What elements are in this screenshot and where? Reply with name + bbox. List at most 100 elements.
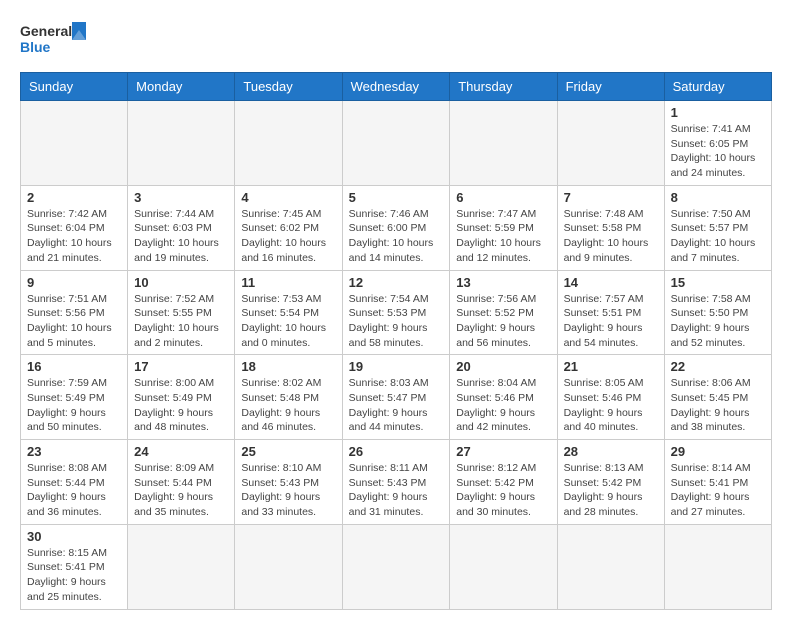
calendar-day-cell: 16 Sunrise: 7:59 AM Sunset: 5:49 PM Dayli… bbox=[21, 355, 128, 440]
calendar-day-cell: 8Sunrise: 7:50 AM Sunset: 5:57 PM Daylig… bbox=[664, 185, 771, 270]
calendar-day-cell: 4Sunrise: 7:45 AM Sunset: 6:02 PM Daylig… bbox=[235, 185, 342, 270]
calendar-day-cell: 1 Sunrise: 7:41 AM Sunset: 6:05 PM Daylig… bbox=[664, 101, 771, 186]
calendar-day-cell: 15 Sunrise: 7:58 AM Sunset: 5:50 PM Dayli… bbox=[664, 270, 771, 355]
calendar-day-cell: 27 Sunrise: 8:12 AM Sunset: 5:42 PM Dayli… bbox=[450, 440, 557, 525]
calendar-day-cell: 28 Sunrise: 8:13 AM Sunset: 5:42 PM Dayli… bbox=[557, 440, 664, 525]
day-info: Sunrise: 7:42 AM Sunset: 6:04 PM Dayligh… bbox=[27, 207, 121, 266]
day-info: Sunrise: 8:06 AM Sunset: 5:45 PM Dayligh… bbox=[671, 376, 765, 435]
day-number: 17 bbox=[134, 359, 228, 374]
day-number: 22 bbox=[671, 359, 765, 374]
day-info: Sunrise: 8:12 AM Sunset: 5:42 PM Dayligh… bbox=[456, 461, 550, 520]
calendar-day-cell: 25Sunrise: 8:10 AM Sunset: 5:43 PM Dayli… bbox=[235, 440, 342, 525]
day-info: Sunrise: 8:03 AM Sunset: 5:47 PM Dayligh… bbox=[349, 376, 444, 435]
calendar-day-cell bbox=[557, 101, 664, 186]
calendar-week-row: 1 Sunrise: 7:41 AM Sunset: 6:05 PM Daylig… bbox=[21, 101, 772, 186]
calendar-day-cell bbox=[21, 101, 128, 186]
calendar-header-thursday: Thursday bbox=[450, 73, 557, 101]
calendar-day-cell bbox=[342, 524, 450, 609]
calendar-day-cell: 14 Sunrise: 7:57 AM Sunset: 5:51 PM Dayli… bbox=[557, 270, 664, 355]
calendar-day-cell bbox=[450, 101, 557, 186]
calendar-day-cell: 6 Sunrise: 7:47 AM Sunset: 5:59 PM Daylig… bbox=[450, 185, 557, 270]
day-info: Sunrise: 8:08 AM Sunset: 5:44 PM Dayligh… bbox=[27, 461, 121, 520]
calendar-day-cell: 24 Sunrise: 8:09 AM Sunset: 5:44 PM Dayli… bbox=[128, 440, 235, 525]
calendar-day-cell bbox=[450, 524, 557, 609]
day-info: Sunrise: 8:00 AM Sunset: 5:49 PM Dayligh… bbox=[134, 376, 228, 435]
calendar-day-cell bbox=[128, 524, 235, 609]
day-number: 15 bbox=[671, 275, 765, 290]
day-info: Sunrise: 8:09 AM Sunset: 5:44 PM Dayligh… bbox=[134, 461, 228, 520]
calendar-day-cell: 10Sunrise: 7:52 AM Sunset: 5:55 PM Dayli… bbox=[128, 270, 235, 355]
day-info: Sunrise: 7:46 AM Sunset: 6:00 PM Dayligh… bbox=[349, 207, 444, 266]
day-number: 3 bbox=[134, 190, 228, 205]
day-number: 10 bbox=[134, 275, 228, 290]
day-number: 2 bbox=[27, 190, 121, 205]
day-number: 24 bbox=[134, 444, 228, 459]
day-number: 4 bbox=[241, 190, 335, 205]
calendar-week-row: 30 Sunrise: 8:15 AM Sunset: 5:41 PM Dayli… bbox=[21, 524, 772, 609]
day-number: 25 bbox=[241, 444, 335, 459]
calendar-day-cell: 9Sunrise: 7:51 AM Sunset: 5:56 PM Daylig… bbox=[21, 270, 128, 355]
day-number: 8 bbox=[671, 190, 765, 205]
day-number: 7 bbox=[564, 190, 658, 205]
calendar-day-cell bbox=[342, 101, 450, 186]
day-number: 30 bbox=[27, 529, 121, 544]
calendar-day-cell bbox=[128, 101, 235, 186]
day-info: Sunrise: 8:15 AM Sunset: 5:41 PM Dayligh… bbox=[27, 546, 121, 605]
generalblue-logo: General Blue bbox=[20, 20, 90, 62]
calendar-week-row: 2 Sunrise: 7:42 AM Sunset: 6:04 PM Daylig… bbox=[21, 185, 772, 270]
calendar-week-row: 9Sunrise: 7:51 AM Sunset: 5:56 PM Daylig… bbox=[21, 270, 772, 355]
calendar-header-row: SundayMondayTuesdayWednesdayThursdayFrid… bbox=[21, 73, 772, 101]
day-number: 16 bbox=[27, 359, 121, 374]
calendar-day-cell: 5 Sunrise: 7:46 AM Sunset: 6:00 PM Daylig… bbox=[342, 185, 450, 270]
day-number: 6 bbox=[456, 190, 550, 205]
day-info: Sunrise: 7:58 AM Sunset: 5:50 PM Dayligh… bbox=[671, 292, 765, 351]
day-number: 14 bbox=[564, 275, 658, 290]
day-number: 13 bbox=[456, 275, 550, 290]
calendar-day-cell: 26 Sunrise: 8:11 AM Sunset: 5:43 PM Dayli… bbox=[342, 440, 450, 525]
day-info: Sunrise: 8:05 AM Sunset: 5:46 PM Dayligh… bbox=[564, 376, 658, 435]
day-info: Sunrise: 7:47 AM Sunset: 5:59 PM Dayligh… bbox=[456, 207, 550, 266]
day-number: 11 bbox=[241, 275, 335, 290]
logo: General Blue bbox=[20, 20, 90, 62]
calendar-day-cell: 17 Sunrise: 8:00 AM Sunset: 5:49 PM Dayli… bbox=[128, 355, 235, 440]
day-number: 28 bbox=[564, 444, 658, 459]
day-info: Sunrise: 8:11 AM Sunset: 5:43 PM Dayligh… bbox=[349, 461, 444, 520]
calendar-day-cell bbox=[557, 524, 664, 609]
day-info: Sunrise: 7:59 AM Sunset: 5:49 PM Dayligh… bbox=[27, 376, 121, 435]
day-info: Sunrise: 7:53 AM Sunset: 5:54 PM Dayligh… bbox=[241, 292, 335, 351]
day-number: 21 bbox=[564, 359, 658, 374]
day-number: 27 bbox=[456, 444, 550, 459]
svg-text:General: General bbox=[20, 23, 72, 39]
calendar-header-monday: Monday bbox=[128, 73, 235, 101]
calendar-day-cell bbox=[235, 101, 342, 186]
day-info: Sunrise: 8:13 AM Sunset: 5:42 PM Dayligh… bbox=[564, 461, 658, 520]
day-number: 26 bbox=[349, 444, 444, 459]
day-info: Sunrise: 7:41 AM Sunset: 6:05 PM Dayligh… bbox=[671, 122, 765, 181]
calendar-week-row: 23Sunrise: 8:08 AM Sunset: 5:44 PM Dayli… bbox=[21, 440, 772, 525]
calendar-day-cell: 23Sunrise: 8:08 AM Sunset: 5:44 PM Dayli… bbox=[21, 440, 128, 525]
calendar-day-cell: 18 Sunrise: 8:02 AM Sunset: 5:48 PM Dayli… bbox=[235, 355, 342, 440]
svg-text:Blue: Blue bbox=[20, 39, 51, 55]
calendar-day-cell bbox=[664, 524, 771, 609]
calendar-day-cell: 21 Sunrise: 8:05 AM Sunset: 5:46 PM Dayli… bbox=[557, 355, 664, 440]
day-number: 18 bbox=[241, 359, 335, 374]
day-number: 29 bbox=[671, 444, 765, 459]
day-info: Sunrise: 7:57 AM Sunset: 5:51 PM Dayligh… bbox=[564, 292, 658, 351]
day-number: 1 bbox=[671, 105, 765, 120]
calendar-day-cell: 11 Sunrise: 7:53 AM Sunset: 5:54 PM Dayli… bbox=[235, 270, 342, 355]
page-header: General Blue bbox=[20, 20, 772, 62]
calendar-header-sunday: Sunday bbox=[21, 73, 128, 101]
day-info: Sunrise: 7:48 AM Sunset: 5:58 PM Dayligh… bbox=[564, 207, 658, 266]
day-number: 5 bbox=[349, 190, 444, 205]
day-info: Sunrise: 7:54 AM Sunset: 5:53 PM Dayligh… bbox=[349, 292, 444, 351]
day-info: Sunrise: 8:02 AM Sunset: 5:48 PM Dayligh… bbox=[241, 376, 335, 435]
calendar-week-row: 16 Sunrise: 7:59 AM Sunset: 5:49 PM Dayli… bbox=[21, 355, 772, 440]
day-number: 19 bbox=[349, 359, 444, 374]
calendar-header-wednesday: Wednesday bbox=[342, 73, 450, 101]
calendar-header-saturday: Saturday bbox=[664, 73, 771, 101]
calendar-day-cell: 3 Sunrise: 7:44 AM Sunset: 6:03 PM Daylig… bbox=[128, 185, 235, 270]
calendar-table: SundayMondayTuesdayWednesdayThursdayFrid… bbox=[20, 72, 772, 610]
calendar-day-cell: 30 Sunrise: 8:15 AM Sunset: 5:41 PM Dayli… bbox=[21, 524, 128, 609]
day-number: 12 bbox=[349, 275, 444, 290]
day-info: Sunrise: 7:44 AM Sunset: 6:03 PM Dayligh… bbox=[134, 207, 228, 266]
